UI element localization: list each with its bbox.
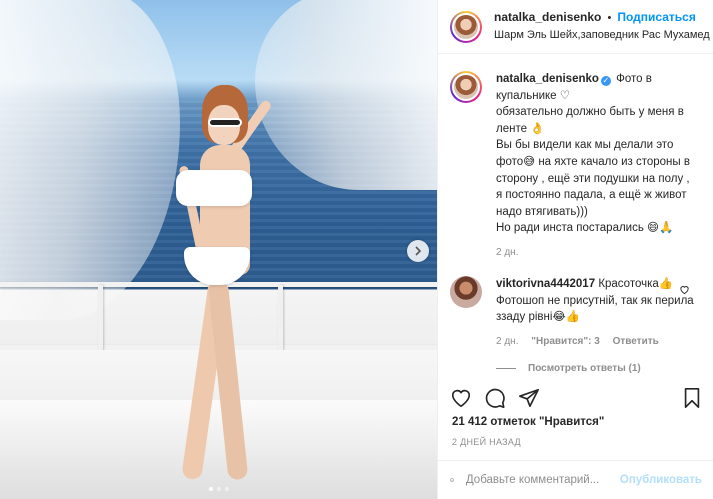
replies-line bbox=[496, 367, 516, 369]
rail-post bbox=[98, 285, 103, 355]
comments-section: natalka_denisenko ✓ Фото в купальнике ♡ о… bbox=[438, 55, 713, 374]
add-comment-form: Опубликовать bbox=[438, 460, 713, 499]
carousel-dot bbox=[224, 487, 229, 491]
comment-time[interactable]: 2 дн. bbox=[496, 336, 518, 347]
caption-text: Фото в купальнике ♡ обязательно должно б… bbox=[496, 73, 690, 235]
verified-badge-icon: ✓ bbox=[600, 76, 611, 86]
carousel-next-button[interactable] bbox=[407, 240, 429, 262]
caption-time[interactable]: 2 дн. bbox=[496, 247, 518, 258]
avatar[interactable] bbox=[450, 10, 482, 43]
view-replies-label: Посмотреть ответы (1) bbox=[528, 362, 641, 374]
post-sidebar: natalka_denisenko • Подписаться Шарм Эль… bbox=[437, 0, 713, 499]
action-bar bbox=[450, 384, 703, 412]
heart-icon[interactable] bbox=[450, 387, 472, 409]
publish-button[interactable]: Опубликовать bbox=[620, 474, 702, 486]
comment-bubble-icon[interactable] bbox=[484, 387, 506, 409]
carousel-dot bbox=[216, 487, 221, 491]
separator: • bbox=[607, 12, 612, 24]
post-photo[interactable] bbox=[0, 0, 437, 499]
comment-input[interactable] bbox=[465, 474, 620, 486]
woman-in-swimsuit bbox=[150, 85, 280, 485]
carousel-dot bbox=[208, 487, 213, 491]
avatar[interactable] bbox=[450, 71, 482, 103]
view-replies-button[interactable]: Посмотреть ответы (1) bbox=[496, 363, 702, 374]
avatar[interactable] bbox=[450, 275, 482, 308]
bookmark-icon[interactable] bbox=[681, 387, 703, 409]
carousel-dots bbox=[0, 487, 437, 491]
smiley-icon[interactable] bbox=[450, 469, 454, 491]
location-link[interactable]: Шарм Эль Шейх,заповедник Рас Мухамед bbox=[494, 27, 710, 44]
chevron-right-icon bbox=[415, 246, 422, 256]
post-header: natalka_denisenko • Подписаться Шарм Эль… bbox=[438, 0, 713, 54]
caption-username[interactable]: natalka_denisenko bbox=[496, 73, 599, 85]
comment-username[interactable]: viktorivna4442017 bbox=[496, 278, 595, 290]
reply-button[interactable]: Ответить bbox=[613, 336, 659, 347]
post-date[interactable]: 2 ДНЕЙ НАЗАД bbox=[452, 437, 521, 447]
paper-plane-icon[interactable] bbox=[518, 387, 540, 409]
caption: natalka_denisenko ✓ Фото в купальнике ♡ о… bbox=[450, 71, 702, 258]
comment-item: viktorivna4442017 Красоточка👍 Фотошоп не… bbox=[450, 275, 702, 347]
header-username[interactable]: natalka_denisenko bbox=[494, 10, 601, 24]
follow-button[interactable]: Подписаться bbox=[617, 10, 695, 24]
comment-likes[interactable]: "Нравится": 3 bbox=[531, 336, 600, 347]
likes-count[interactable]: 21 412 отметок "Нравится" bbox=[452, 416, 604, 428]
comment-like-heart-icon[interactable] bbox=[679, 284, 690, 295]
